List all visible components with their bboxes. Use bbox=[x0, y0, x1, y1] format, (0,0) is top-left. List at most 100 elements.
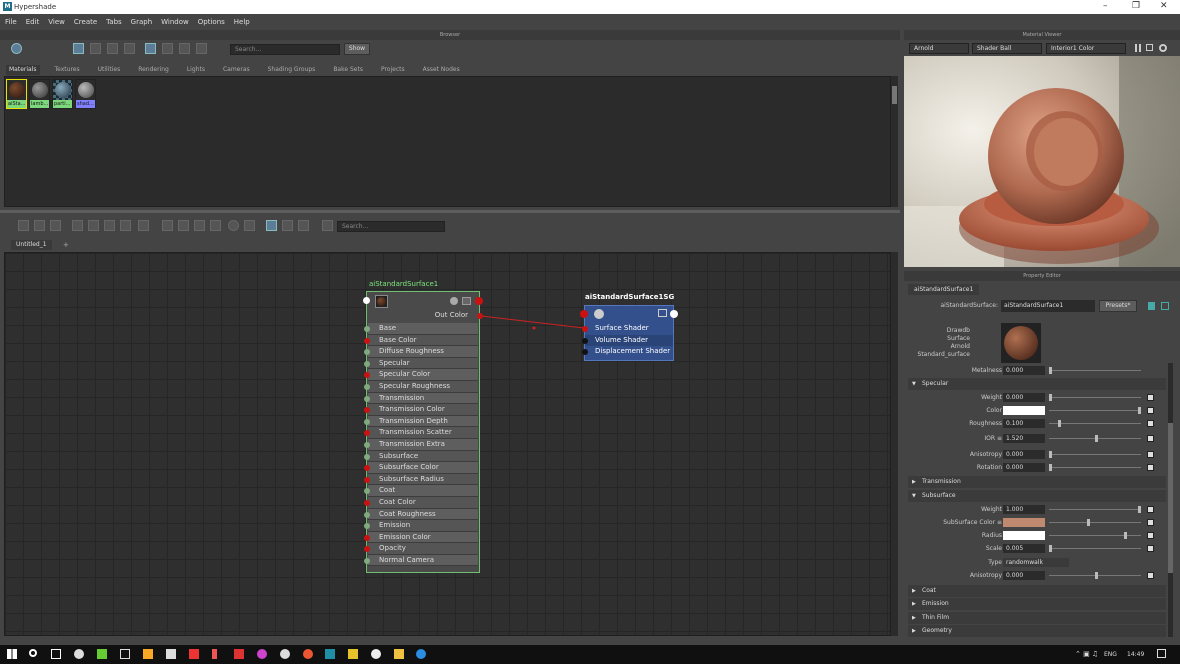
maya-taskbar-icon[interactable] bbox=[325, 649, 335, 659]
graph-tab-untitled[interactable]: Untitled_1 bbox=[11, 240, 52, 250]
surface-attr-row[interactable]: Transmission Color bbox=[364, 404, 478, 416]
sg-attr-surface[interactable]: Surface Shader bbox=[582, 323, 673, 335]
attr-port-icon[interactable] bbox=[364, 383, 370, 390]
surface-node[interactable]: Out Color Base Base Color Diffuse Roughnes… bbox=[363, 291, 483, 573]
add-tab-button[interactable]: + bbox=[63, 240, 69, 250]
surface-attr-row[interactable]: Subsurface Color bbox=[364, 462, 478, 474]
surface-attr-row[interactable]: Specular bbox=[364, 357, 478, 370]
sort-icon[interactable] bbox=[145, 43, 156, 54]
input-port-icon[interactable] bbox=[580, 310, 588, 318]
focus-icon[interactable] bbox=[1148, 302, 1155, 310]
search-icon[interactable] bbox=[29, 649, 37, 657]
attr-port-icon[interactable] bbox=[364, 349, 370, 356]
snap-icon[interactable] bbox=[282, 220, 293, 231]
node-name-field[interactable]: aiStandardSurface1 bbox=[1001, 300, 1095, 312]
app-icon[interactable] bbox=[234, 649, 244, 659]
copy-tab-icon[interactable] bbox=[1161, 302, 1169, 310]
surface-attr-row[interactable]: Coat Roughness bbox=[364, 508, 478, 521]
surface-attr-row[interactable]: Coat Color bbox=[364, 496, 478, 509]
input-connections-icon[interactable] bbox=[18, 220, 29, 231]
close-icon[interactable]: ✕ bbox=[1160, 1, 1168, 11]
sss-scale-field[interactable]: 0.005 bbox=[1003, 544, 1045, 553]
folder-icon[interactable] bbox=[394, 649, 404, 659]
attr-port-icon[interactable] bbox=[364, 557, 370, 564]
material-swatch[interactable]: lamb... bbox=[29, 79, 50, 109]
menu-options[interactable]: Options bbox=[198, 18, 225, 26]
renderer-dropdown[interactable]: Arnold bbox=[909, 43, 969, 54]
panel-splitter[interactable] bbox=[0, 210, 900, 213]
frame-icon[interactable] bbox=[244, 220, 255, 231]
sss-weight-field[interactable]: 1.000 bbox=[1003, 505, 1045, 514]
browser-scrollbar[interactable] bbox=[891, 76, 898, 207]
app-icon[interactable] bbox=[280, 649, 290, 659]
tab-shading-groups[interactable]: Shading Groups bbox=[265, 65, 319, 75]
app-icon[interactable] bbox=[74, 649, 84, 659]
search-icon[interactable] bbox=[228, 220, 239, 231]
surface-attr-row[interactable]: Specular Color bbox=[364, 369, 478, 381]
attr-port-icon[interactable] bbox=[364, 476, 370, 483]
output-connections-icon[interactable] bbox=[50, 220, 61, 231]
simple-mode-icon[interactable] bbox=[162, 220, 173, 231]
menu-file[interactable]: File bbox=[5, 18, 17, 26]
presets-button[interactable]: Presets* bbox=[1099, 300, 1137, 312]
refresh-icon[interactable] bbox=[196, 43, 207, 54]
menu-graph[interactable]: Graph bbox=[131, 18, 152, 26]
map-button-icon[interactable] bbox=[1147, 451, 1154, 458]
sg-attr-volume[interactable]: Volume Shader bbox=[582, 334, 673, 347]
property-scrollbar[interactable] bbox=[1168, 363, 1173, 637]
map-button-icon[interactable] bbox=[1147, 407, 1154, 414]
section-thin-film[interactable]: Thin Film bbox=[908, 612, 1166, 624]
output-port-icon[interactable] bbox=[670, 310, 678, 318]
sss-type-dropdown[interactable]: randomwalk bbox=[1003, 558, 1069, 567]
menu-view[interactable]: View bbox=[48, 18, 65, 26]
attr-port-icon[interactable] bbox=[364, 534, 370, 541]
windows-start-icon[interactable] bbox=[7, 649, 17, 659]
language-indicator[interactable]: ENG bbox=[1104, 651, 1117, 658]
large-icons-icon[interactable] bbox=[124, 43, 135, 54]
graph-search-input[interactable]: Search... bbox=[337, 221, 445, 232]
surface-attr-row[interactable]: Transmission Scatter bbox=[364, 427, 478, 439]
attr-port-icon[interactable] bbox=[364, 395, 370, 402]
spec-rotation-slider[interactable] bbox=[1049, 464, 1141, 471]
sss-color-slider[interactable] bbox=[1049, 519, 1141, 526]
surface-attr-row[interactable]: Base bbox=[364, 323, 478, 335]
sss-scale-slider[interactable] bbox=[1049, 545, 1141, 552]
connected-mode-icon[interactable] bbox=[178, 220, 189, 231]
app-icon[interactable] bbox=[257, 649, 267, 659]
list-view-icon[interactable] bbox=[90, 43, 101, 54]
section-geometry[interactable]: Geometry bbox=[908, 625, 1166, 637]
attr-port-icon[interactable] bbox=[364, 418, 370, 425]
app-icon[interactable] bbox=[303, 649, 313, 659]
node-menu-icon[interactable] bbox=[462, 297, 471, 305]
map-button-icon[interactable] bbox=[1147, 435, 1154, 442]
section-emission[interactable]: Emission bbox=[908, 598, 1166, 610]
spec-roughness-slider[interactable] bbox=[1049, 420, 1141, 427]
surface-attr-row[interactable]: Specular Roughness bbox=[364, 380, 478, 393]
gear-icon[interactable] bbox=[450, 297, 458, 305]
spec-roughness-field[interactable]: 0.100 bbox=[1003, 419, 1045, 428]
graph-scrollbar[interactable] bbox=[891, 252, 898, 636]
sss-aniso-field[interactable]: 0.000 bbox=[1003, 571, 1045, 580]
attr-port-icon[interactable] bbox=[364, 499, 370, 506]
settings-icon[interactable] bbox=[1159, 44, 1167, 52]
full-mode-icon[interactable] bbox=[194, 220, 205, 231]
map-button-icon[interactable] bbox=[1147, 545, 1154, 552]
app-icon[interactable] bbox=[97, 649, 107, 659]
out-color-port-icon[interactable] bbox=[477, 313, 483, 319]
filter-icon[interactable] bbox=[162, 43, 173, 54]
menu-window[interactable]: Window bbox=[161, 18, 189, 26]
graph-snapshot-icon[interactable] bbox=[138, 220, 149, 231]
task-view-icon[interactable] bbox=[51, 649, 61, 659]
app-icon[interactable] bbox=[166, 649, 176, 659]
sss-radius-slider[interactable] bbox=[1049, 532, 1141, 539]
map-button-icon[interactable] bbox=[1147, 420, 1154, 427]
edge-icon[interactable] bbox=[416, 649, 426, 659]
metalness-field[interactable]: 0.000 bbox=[1003, 366, 1045, 375]
attr-port-icon[interactable] bbox=[364, 337, 370, 344]
tab-lights[interactable]: Lights bbox=[184, 65, 208, 75]
map-button-icon[interactable] bbox=[1147, 519, 1154, 526]
output-port-icon[interactable] bbox=[475, 297, 483, 305]
spec-weight-field[interactable]: 0.000 bbox=[1003, 393, 1045, 402]
graph-selected-icon[interactable] bbox=[179, 43, 190, 54]
app-icon[interactable] bbox=[143, 649, 153, 659]
